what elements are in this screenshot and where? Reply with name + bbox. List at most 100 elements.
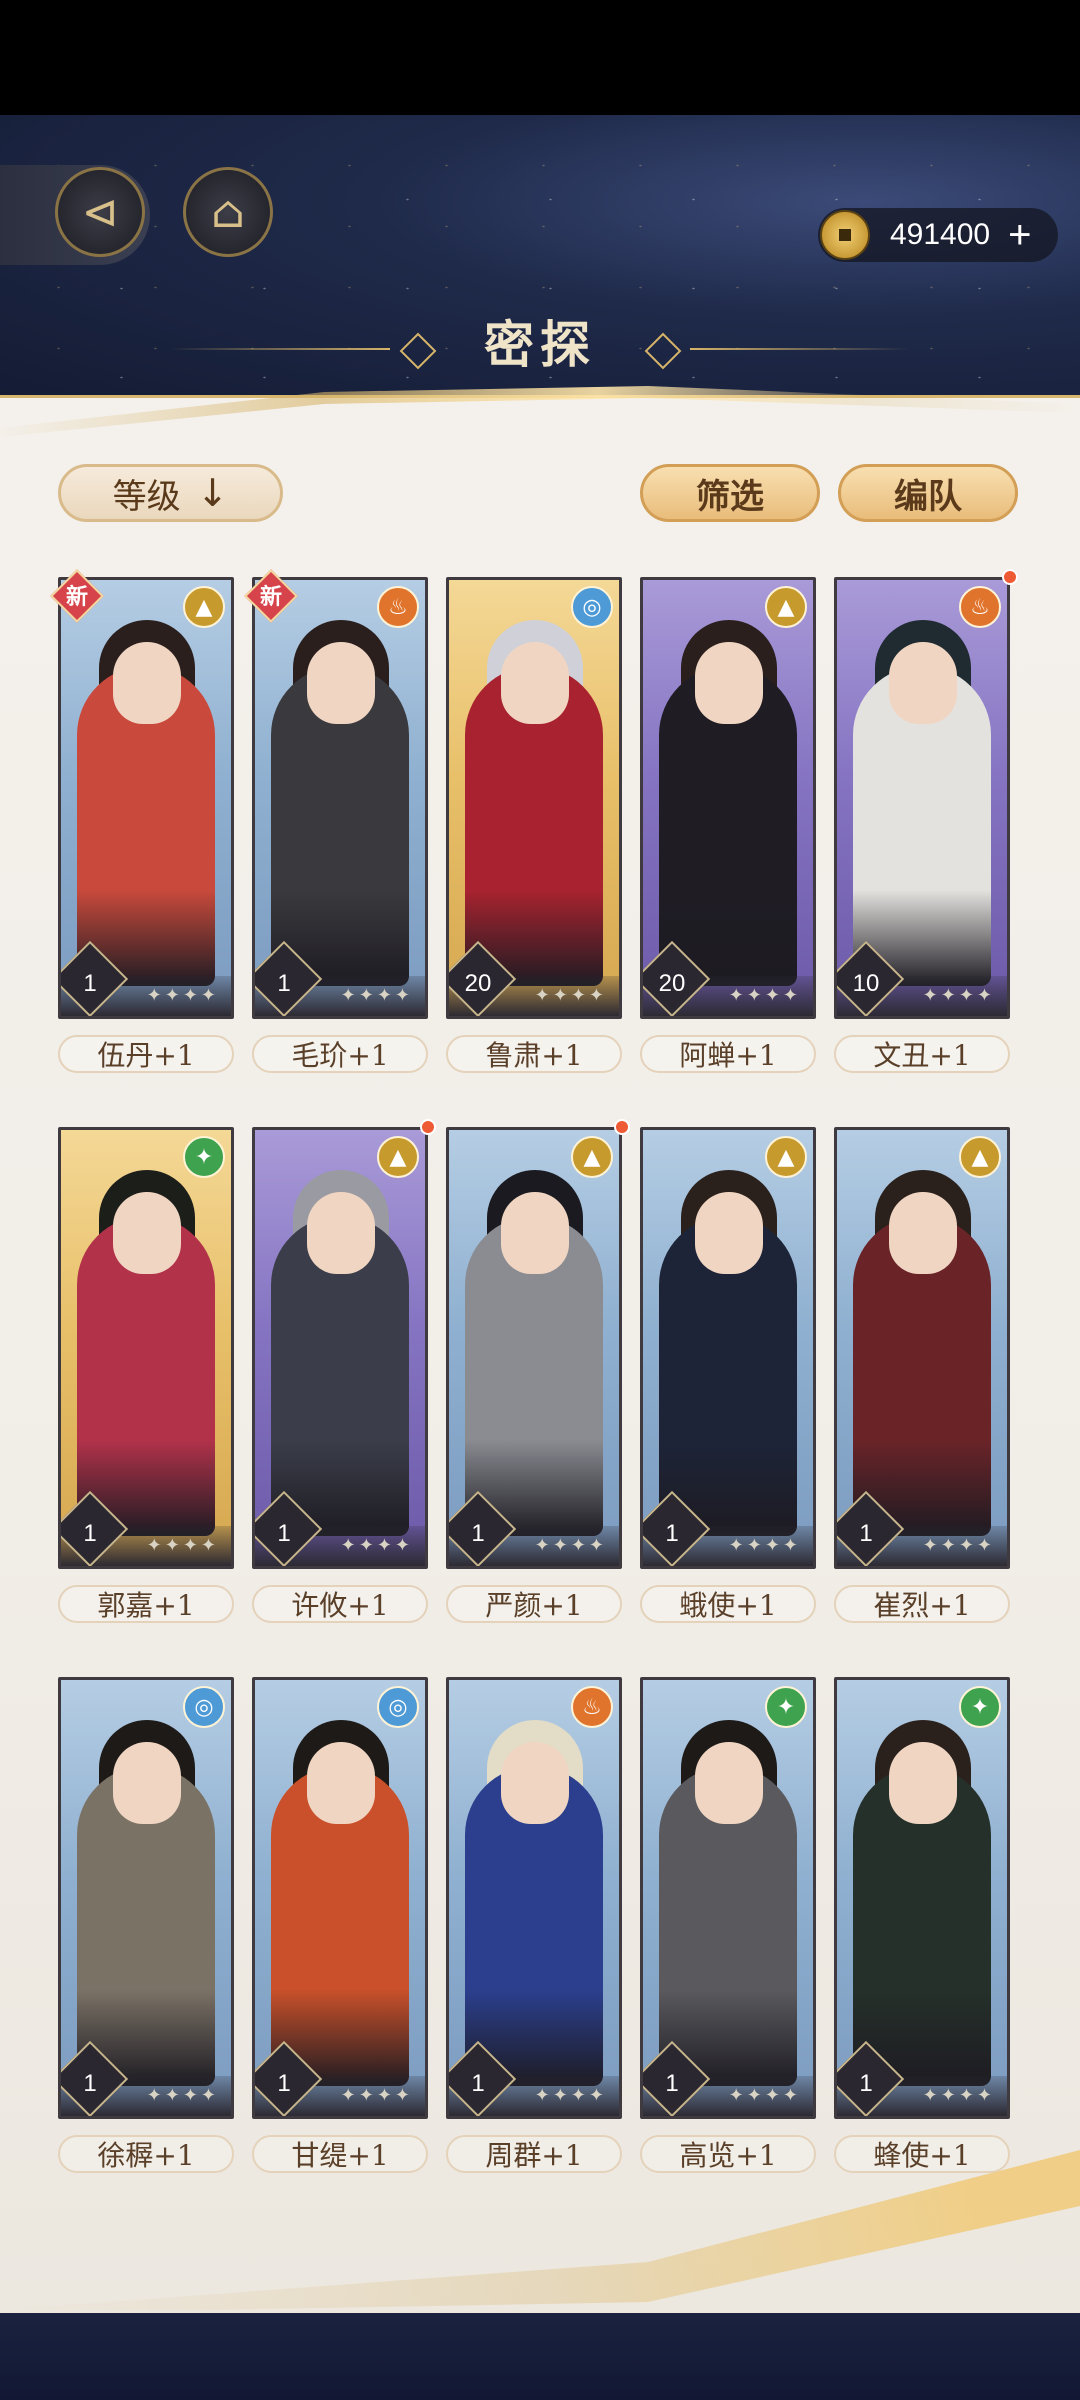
character-name[interactable]: 高览+1 xyxy=(640,2135,816,2173)
star-rating-icon: ✦✦✦✦ xyxy=(728,1535,801,1556)
character-name[interactable]: 郭嘉+1 xyxy=(58,1585,234,1623)
character-card[interactable]: ✦✦✦✦ 1 ◎ xyxy=(252,1677,428,2119)
character-card[interactable]: ✦✦✦✦ 20 ◎ xyxy=(446,577,622,1019)
character-name[interactable]: 崔烈+1 xyxy=(834,1585,1010,1623)
character-card[interactable]: ✦✦✦✦ 10 ♨ xyxy=(834,577,1010,1019)
earth-element-icon: ▲ xyxy=(765,586,807,628)
earth-element-icon: ▲ xyxy=(765,1136,807,1178)
character-name[interactable]: 毛玠+1 xyxy=(252,1035,428,1073)
star-rating-icon: ✦✦✦✦ xyxy=(340,985,413,1006)
new-badge-label: 新 xyxy=(259,584,282,610)
title-divider-left xyxy=(170,348,390,350)
star-rating-icon: ✦✦✦✦ xyxy=(534,2085,607,2106)
character-card[interactable]: ✦✦✦✦ 1 ✦ xyxy=(640,1677,816,2119)
character-name[interactable]: 鲁肃+1 xyxy=(446,1035,622,1073)
character-name[interactable]: 蜂使+1 xyxy=(834,2135,1010,2173)
character-face xyxy=(695,642,763,724)
status-bar xyxy=(0,0,1080,115)
character-card[interactable]: ✦✦✦✦ 1 ▲ xyxy=(252,1127,428,1569)
character-card[interactable]: ✦✦✦✦ 1 ▲ xyxy=(834,1127,1010,1569)
level-value: 1 xyxy=(83,1520,97,1547)
level-value: 1 xyxy=(83,970,97,997)
level-value: 1 xyxy=(471,2070,485,2097)
earth-element-icon: ▲ xyxy=(571,1136,613,1178)
wind-element-icon: ✦ xyxy=(183,1136,225,1178)
character-card[interactable]: ✦✦✦✦ 1 ♨ xyxy=(252,577,428,1019)
star-rating-icon: ✦✦✦✦ xyxy=(146,1535,219,1556)
currency-value: 491400 xyxy=(890,218,991,251)
notification-dot xyxy=(1002,569,1018,585)
character-card[interactable]: ✦✦✦✦ 1 ♨ xyxy=(446,1677,622,2119)
character-face xyxy=(501,1192,569,1274)
water-element-icon: ◎ xyxy=(377,1686,419,1728)
earth-element-icon: ▲ xyxy=(959,1136,1001,1178)
team-button[interactable]: 编队 xyxy=(838,464,1018,522)
fire-element-icon: ♨ xyxy=(377,586,419,628)
sort-label: 等级 xyxy=(112,476,181,517)
character-face xyxy=(113,642,181,724)
water-element-icon: ◎ xyxy=(183,1686,225,1728)
fire-element-icon: ♨ xyxy=(959,586,1001,628)
star-rating-icon: ✦✦✦✦ xyxy=(728,2085,801,2106)
character-face xyxy=(307,642,375,724)
star-rating-icon: ✦✦✦✦ xyxy=(340,2085,413,2106)
character-name[interactable]: 伍丹+1 xyxy=(58,1035,234,1073)
character-name[interactable]: 蛾使+1 xyxy=(640,1585,816,1623)
level-value: 1 xyxy=(83,2070,97,2097)
character-face xyxy=(695,1742,763,1824)
title-divider-right xyxy=(690,348,910,350)
character-name[interactable]: 文丑+1 xyxy=(834,1035,1010,1073)
character-card[interactable]: ✦✦✦✦ 1 ✦ xyxy=(58,1127,234,1569)
star-rating-icon: ✦✦✦✦ xyxy=(340,1535,413,1556)
sort-button[interactable]: 等级 ↓ xyxy=(58,464,283,522)
notification-dot xyxy=(420,1119,436,1135)
fire-element-icon: ♨ xyxy=(571,1686,613,1728)
new-badge-label: 新 xyxy=(65,584,88,610)
character-name[interactable]: 阿蝉+1 xyxy=(640,1035,816,1073)
new-badge: 新 xyxy=(50,569,104,623)
character-name[interactable]: 徐稺+1 xyxy=(58,2135,234,2173)
add-currency-button[interactable]: + xyxy=(1008,213,1031,258)
star-rating-icon: ✦✦✦✦ xyxy=(728,985,801,1006)
character-face xyxy=(307,1192,375,1274)
level-value: 1 xyxy=(859,2070,873,2097)
level-value: 1 xyxy=(277,2070,291,2097)
character-card[interactable]: ✦✦✦✦ 1 ▲ xyxy=(446,1127,622,1569)
page-title: 密探 xyxy=(484,315,596,374)
wind-element-icon: ✦ xyxy=(959,1686,1001,1728)
back-arrow-icon: ⊲ xyxy=(81,186,119,238)
star-rating-icon: ✦✦✦✦ xyxy=(534,1535,607,1556)
new-badge: 新 xyxy=(244,569,298,623)
character-name[interactable]: 许攸+1 xyxy=(252,1585,428,1623)
character-card[interactable]: ✦✦✦✦ 1 ▲ xyxy=(58,577,234,1019)
earth-element-icon: ▲ xyxy=(377,1136,419,1178)
filter-button[interactable]: 筛选 xyxy=(640,464,820,522)
character-name[interactable]: 周群+1 xyxy=(446,2135,622,2173)
pavilion-icon: ⌂ xyxy=(211,186,245,238)
water-element-icon: ◎ xyxy=(571,586,613,628)
character-face xyxy=(501,1742,569,1824)
team-label: 编队 xyxy=(894,476,962,517)
character-card[interactable]: ✦✦✦✦ 1 ✦ xyxy=(834,1677,1010,2119)
character-card[interactable]: ✦✦✦✦ 1 ▲ xyxy=(640,1127,816,1569)
wind-element-icon: ✦ xyxy=(765,1686,807,1728)
character-card[interactable]: ✦✦✦✦ 20 ▲ xyxy=(640,577,816,1019)
character-name[interactable]: 严颜+1 xyxy=(446,1585,622,1623)
star-rating-icon: ✦✦✦✦ xyxy=(922,985,995,1006)
level-value: 1 xyxy=(859,1520,873,1547)
character-card[interactable]: ✦✦✦✦ 1 ◎ xyxy=(58,1677,234,2119)
character-name[interactable]: 甘缇+1 xyxy=(252,2135,428,2173)
back-button[interactable]: ⊲ xyxy=(55,167,145,257)
coin-icon xyxy=(820,210,870,260)
character-face xyxy=(113,1742,181,1824)
earth-element-icon: ▲ xyxy=(183,586,225,628)
home-button[interactable]: ⌂ xyxy=(183,167,273,257)
level-value: 1 xyxy=(471,1520,485,1547)
level-value: 20 xyxy=(464,970,492,997)
character-face xyxy=(501,642,569,724)
filter-label: 筛选 xyxy=(696,476,764,517)
character-face xyxy=(889,642,957,724)
level-value: 1 xyxy=(665,2070,679,2097)
notification-dot xyxy=(614,1119,630,1135)
currency-display: 491400 + xyxy=(818,208,1058,262)
